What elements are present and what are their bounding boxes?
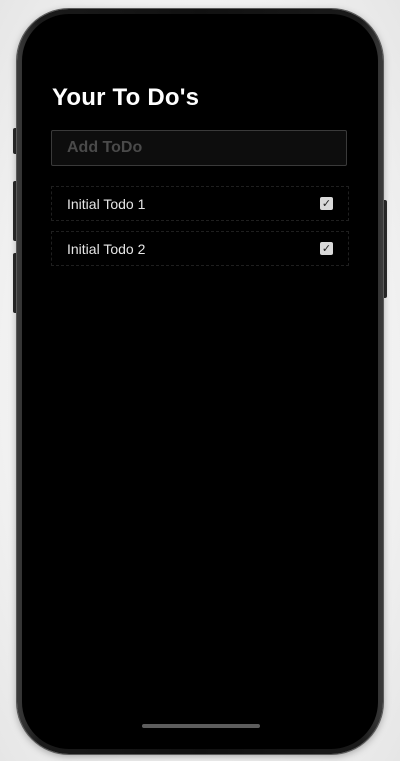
app-screen: Your To Do's Initial Todo 1 ✓ Initial To…: [22, 14, 378, 749]
todo-item: Initial Todo 2 ✓: [51, 231, 349, 266]
todo-label: Initial Todo 2: [67, 240, 146, 257]
todo-label: Initial Todo 1: [67, 195, 146, 212]
device-stage: Your To Do's Initial Todo 1 ✓ Initial To…: [0, 0, 400, 761]
add-todo-input[interactable]: [51, 130, 347, 166]
phone-frame: Your To Do's Initial Todo 1 ✓ Initial To…: [17, 9, 383, 754]
todo-item: Initial Todo 1 ✓: [51, 186, 349, 221]
checkbox-checked-icon[interactable]: ✓: [320, 242, 333, 255]
page-title: Your To Do's: [52, 84, 200, 111]
checkbox-checked-icon[interactable]: ✓: [320, 197, 333, 210]
home-indicator[interactable]: [142, 724, 260, 728]
todo-list: Initial Todo 1 ✓ Initial Todo 2 ✓: [51, 186, 349, 276]
